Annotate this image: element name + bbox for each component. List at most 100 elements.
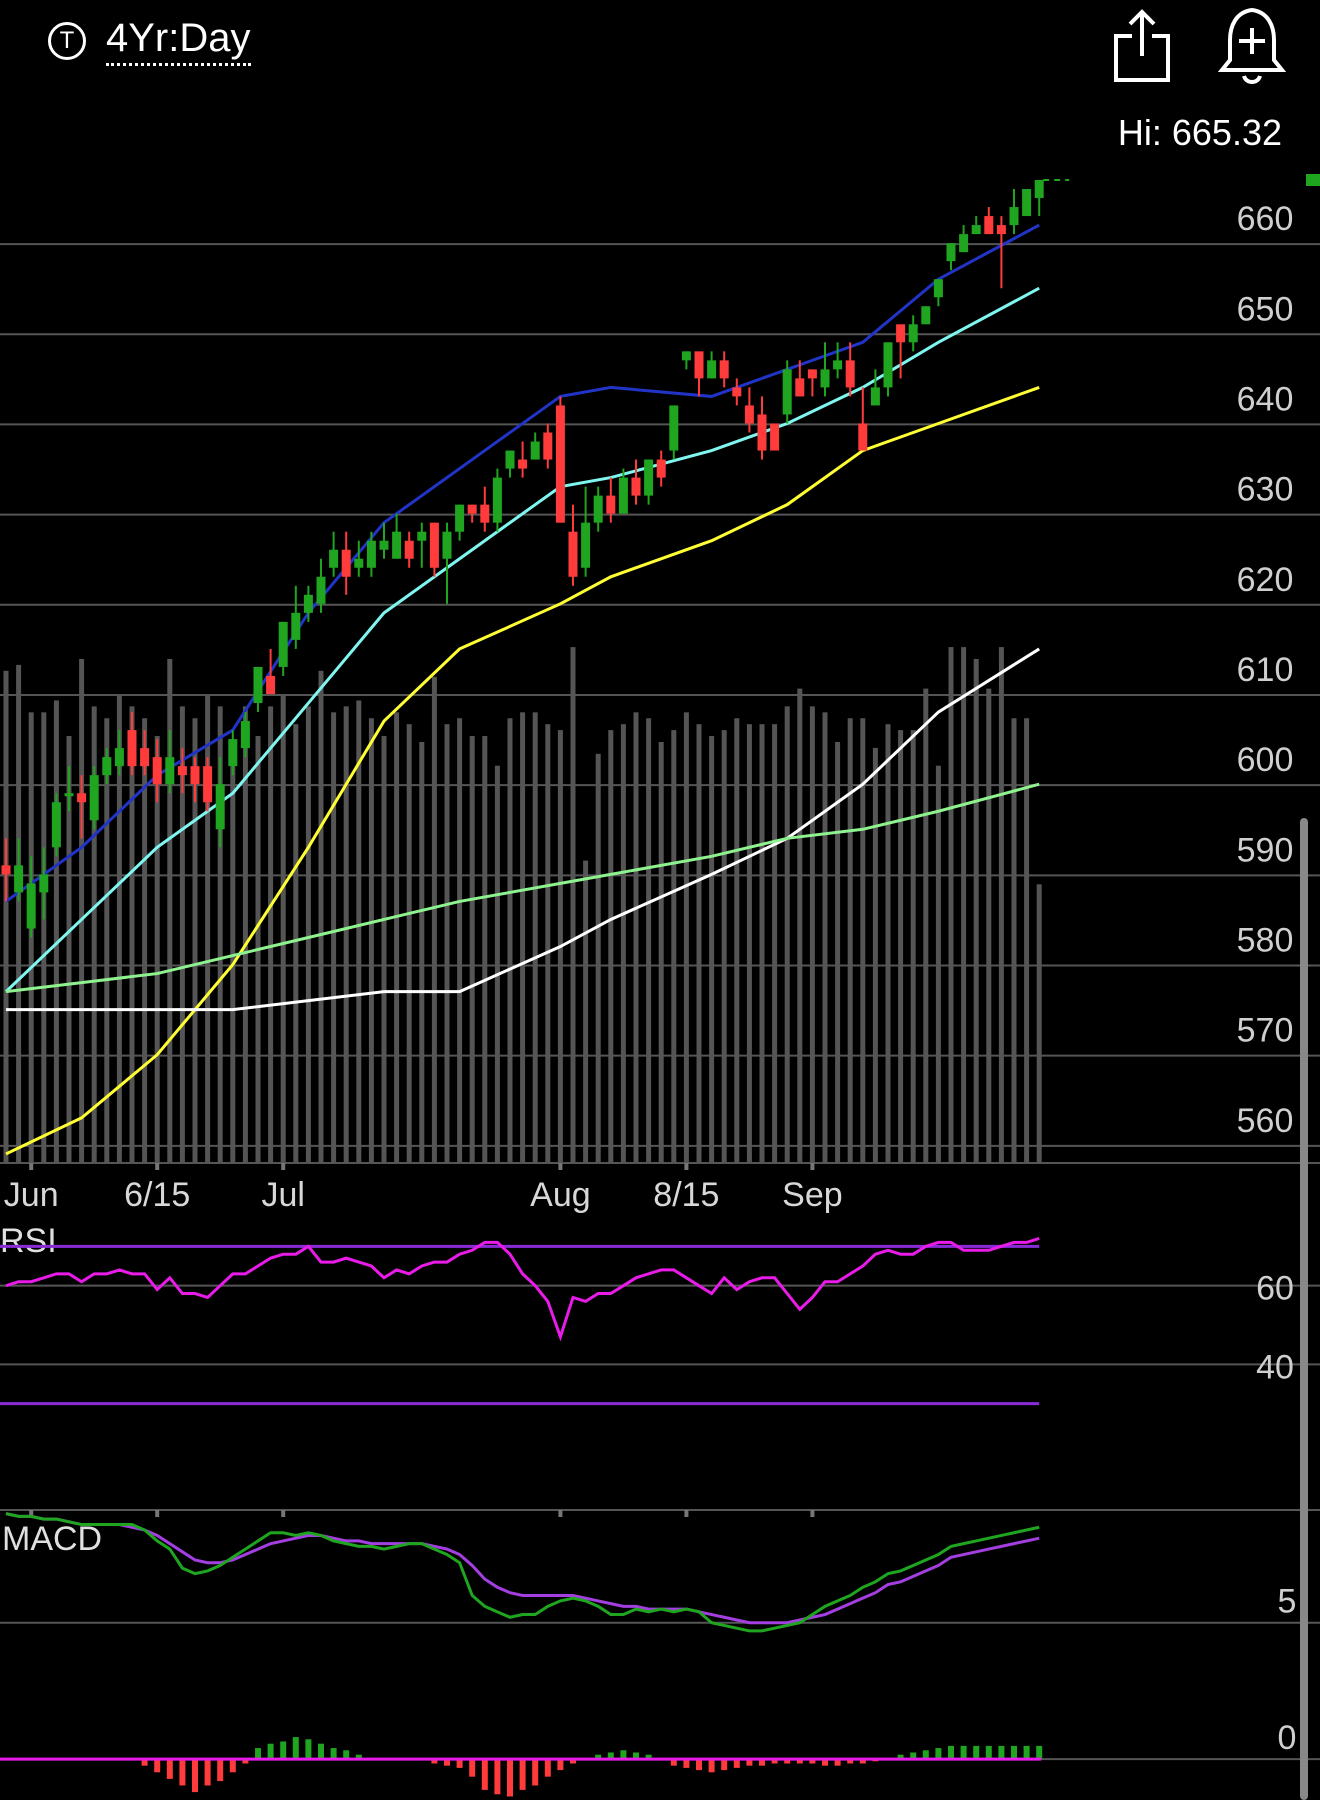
candle-body-75	[946, 243, 956, 262]
volume-bar-72	[910, 730, 916, 1163]
volume-bar-58	[734, 718, 740, 1163]
price-tick-560: 560	[1237, 1102, 1294, 1140]
candle-body-32	[404, 540, 414, 559]
volume-bar-29	[368, 718, 374, 1163]
candle-body-21	[266, 675, 276, 695]
candle-body-12	[152, 757, 162, 785]
candle-body-42	[530, 441, 540, 460]
volume-bar-43	[545, 724, 551, 1163]
volume-bar-50	[633, 712, 639, 1163]
candle-body-53	[669, 405, 679, 451]
price-tick-630: 630	[1237, 471, 1294, 509]
candle-body-68	[858, 423, 868, 451]
rsi-tick-60: 60	[1256, 1270, 1294, 1308]
volume-bar-82	[1036, 884, 1042, 1163]
macd-histogram-bar-41	[519, 1759, 526, 1790]
macd-histogram-bar-55	[696, 1759, 702, 1771]
macd-histogram-bar-78	[985, 1745, 992, 1760]
macd-histogram-bar-43	[544, 1759, 551, 1777]
candle-body-71	[896, 324, 906, 343]
macd-histogram-bar-82	[1036, 1745, 1043, 1760]
volume-bar-52	[658, 741, 664, 1163]
volume-bar-48	[608, 730, 614, 1163]
candle-body-22	[278, 621, 288, 667]
volume-bar-42	[532, 712, 538, 1163]
stock-chart[interactable]: 660650640630620610600590580570560 Jun 6/1…	[0, 0, 1320, 1800]
macd-tick-5: 5	[1278, 1583, 1297, 1621]
candle-body-20	[253, 666, 263, 704]
candle-body-40	[505, 450, 515, 469]
candle-body-14	[177, 766, 187, 776]
candle-body-82	[1034, 180, 1044, 199]
volume-bar-55	[696, 724, 702, 1163]
macd-tick-0: 0	[1278, 1719, 1297, 1757]
volume-bar-34	[431, 676, 437, 1163]
scrollbar[interactable]	[1300, 818, 1308, 1800]
candle-body-23	[291, 612, 301, 640]
volume-bar-45	[570, 647, 576, 1163]
volume-bar-47	[595, 753, 601, 1163]
candle-body-44	[555, 405, 565, 523]
volume-bar-51	[646, 718, 652, 1163]
candle-body-18	[228, 739, 238, 767]
candle-body-81	[1022, 189, 1032, 217]
candle-body-56	[707, 360, 717, 379]
volume-bar-39	[494, 765, 500, 1163]
candle-body-8	[102, 757, 112, 776]
volume-bar-6	[79, 658, 85, 1163]
candle-body-55	[694, 351, 704, 379]
price-tick-640: 640	[1237, 380, 1294, 418]
candle-body-59	[744, 405, 754, 424]
macd-histogram-bar-80	[1011, 1745, 1017, 1760]
macd-histogram-bar-23	[292, 1737, 299, 1760]
candle-body-48	[606, 495, 616, 514]
volume-bar-57	[721, 730, 727, 1163]
candle-body-52	[656, 459, 666, 478]
volume-bar-69	[872, 747, 878, 1163]
macd-histogram-bar-25	[318, 1743, 324, 1760]
macd-histogram-bar-74	[935, 1748, 942, 1760]
macd-histogram-bar-21	[267, 1743, 274, 1760]
volume-bar-75	[948, 647, 954, 1163]
volume-bar-24	[305, 706, 311, 1163]
price-tick-580: 580	[1237, 922, 1294, 960]
rsi-tick-40: 40	[1256, 1348, 1294, 1386]
volume-bar-73	[923, 688, 929, 1163]
volume-bar-77	[973, 658, 979, 1163]
candle-body-39	[492, 477, 502, 523]
date-tick-8/15: 8/15	[653, 1176, 719, 1214]
price-tick-650: 650	[1237, 290, 1294, 328]
volume-bar-40	[507, 718, 513, 1163]
date-tick-Jul: Jul	[261, 1176, 304, 1214]
candle-body-34	[429, 522, 439, 568]
candle-body-54	[681, 351, 691, 361]
volume-bar-76	[961, 647, 967, 1163]
date-tick-Aug: Aug	[530, 1176, 591, 1214]
candle-body-63	[795, 378, 805, 397]
volume-bar-61	[772, 724, 778, 1163]
candle-body-16	[203, 766, 213, 803]
volume-bar-33	[419, 741, 425, 1163]
candle-body-17	[215, 784, 225, 830]
candle-body-60	[757, 414, 767, 451]
date-tick-Sep: Sep	[782, 1176, 843, 1214]
candle-body-7	[89, 775, 99, 821]
candle-body-36	[455, 504, 465, 532]
volume-bar-3	[41, 712, 47, 1163]
candle-body-76	[959, 234, 969, 253]
candle-body-35	[442, 531, 452, 559]
volume-bar-27	[343, 706, 349, 1163]
candle-body-47	[593, 495, 603, 523]
macd-histogram-bar-77	[973, 1745, 980, 1760]
candle-body-58	[732, 387, 742, 397]
volume-bar-46	[583, 860, 589, 1163]
volume-bar-81	[1024, 718, 1030, 1163]
candle-body-50	[631, 477, 641, 496]
volume-bar-71	[898, 730, 904, 1163]
candle-body-46	[581, 522, 591, 568]
last-price-marker	[1306, 174, 1320, 186]
volume-bar-4	[53, 700, 59, 1163]
volume-bar-80	[1011, 718, 1017, 1163]
macd-histogram-bar-24	[305, 1739, 312, 1760]
volume-bar-0	[3, 670, 9, 1163]
